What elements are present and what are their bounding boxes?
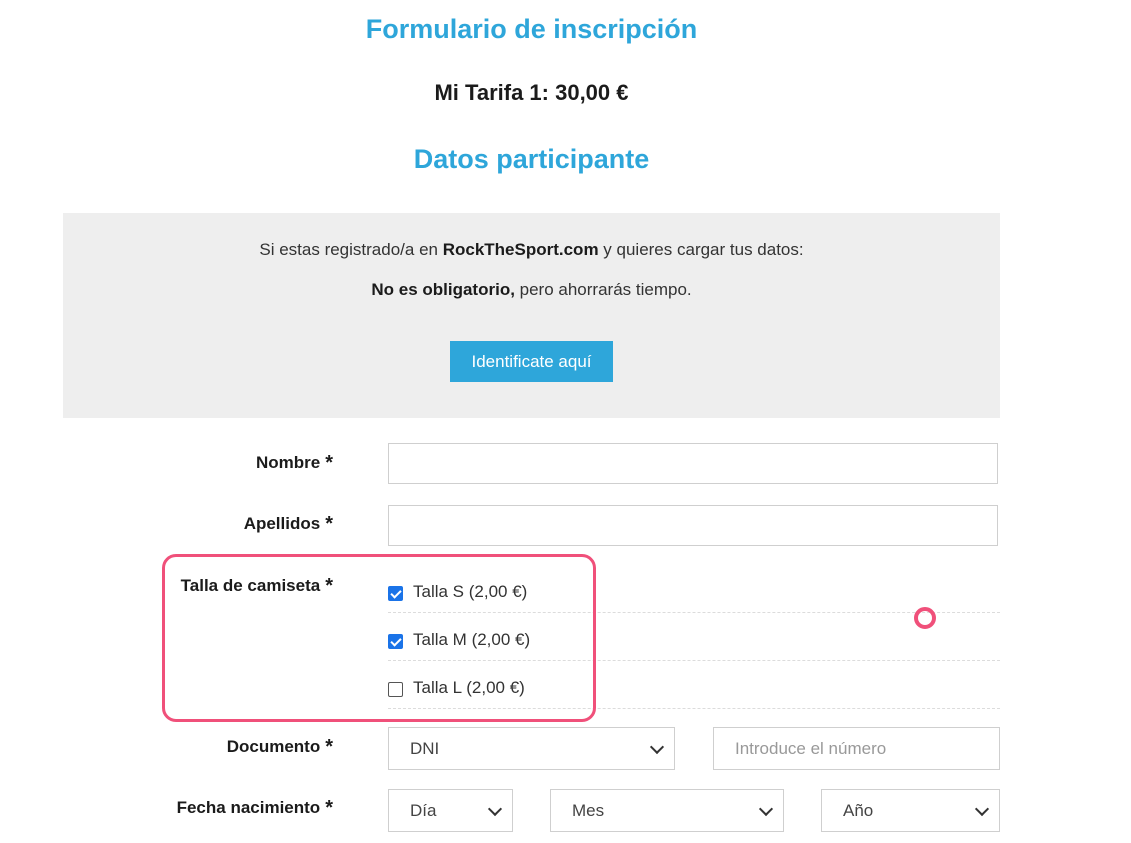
apellidos-label: Apellidos * <box>244 513 333 536</box>
documento-type-value: DNI <box>410 739 440 758</box>
documento-label-text: Documento <box>226 737 321 756</box>
login-text-suffix: y quieres cargar tus datos: <box>598 240 804 259</box>
fecha-label-text: Fecha nacimiento <box>176 798 321 817</box>
brand-name: RockTheSport.com <box>442 240 599 259</box>
fecha-label: Fecha nacimiento * <box>177 797 333 820</box>
documento-number-placeholder: Introduce el número <box>735 739 887 758</box>
highlight-annotation <box>162 554 596 722</box>
optional-note-bold: No es obligatorio, <box>371 280 515 299</box>
nombre-label-text: Nombre <box>255 453 321 472</box>
participant-section-title: Datos participante <box>413 144 650 174</box>
required-asterisk: * <box>325 513 333 535</box>
day-select-value: Día <box>410 801 437 820</box>
login-info-line: Si estas registrado/a en RockTheSport.co… <box>63 240 1000 260</box>
documento-type-select[interactable]: DNI <box>388 727 675 770</box>
nombre-input[interactable] <box>388 443 998 484</box>
rate-price: Mi Tarifa 1: 30,00 € <box>434 80 629 105</box>
cursor-ring-icon <box>914 607 936 629</box>
day-select[interactable]: Día <box>388 789 513 832</box>
documento-label: Documento * <box>227 736 333 759</box>
chevron-down-icon <box>487 801 503 817</box>
year-select-value: Año <box>843 801 874 820</box>
optional-note-rest: pero ahorrarás tiempo. <box>514 280 692 299</box>
chevron-down-icon <box>758 801 774 817</box>
month-select-value: Mes <box>572 801 605 820</box>
required-asterisk: * <box>325 452 333 474</box>
login-button[interactable]: Identificate aquí <box>450 341 613 382</box>
login-panel: Si estas registrado/a en RockTheSport.co… <box>63 213 1000 418</box>
login-text-prefix: Si estas registrado/a en <box>259 240 443 259</box>
apellidos-input[interactable] <box>388 505 998 546</box>
form-title: Formulario de inscripción <box>365 14 698 44</box>
chevron-down-icon <box>974 801 990 817</box>
registration-page: Formulario de inscripción Mi Tarifa 1: 3… <box>0 0 1131 843</box>
chevron-down-icon <box>649 739 665 755</box>
required-asterisk: * <box>325 797 333 819</box>
documento-number-input[interactable]: Introduce el número <box>713 727 1000 770</box>
login-optional-line: No es obligatorio, pero ahorrarás tiempo… <box>63 280 1000 300</box>
month-select[interactable]: Mes <box>550 789 784 832</box>
required-asterisk: * <box>325 736 333 758</box>
apellidos-label-text: Apellidos <box>243 514 321 533</box>
year-select[interactable]: Año <box>821 789 1000 832</box>
nombre-label: Nombre * <box>256 452 333 475</box>
